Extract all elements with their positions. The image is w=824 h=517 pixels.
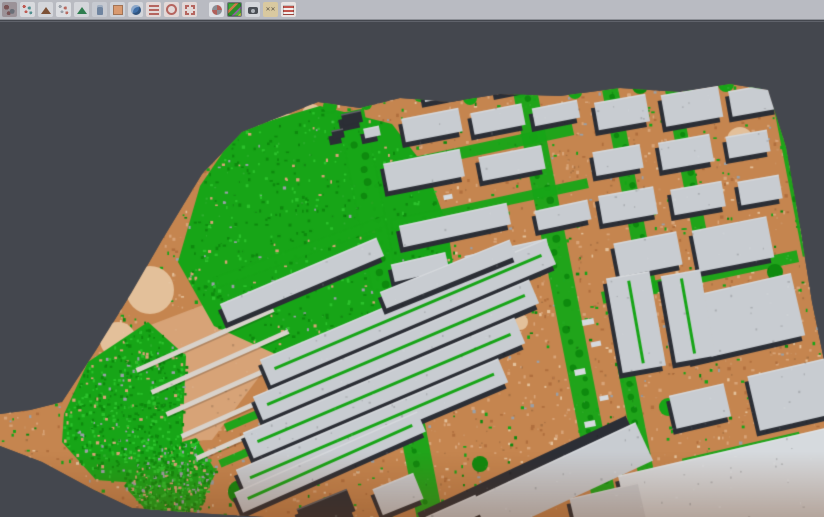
colored-points-icon[interactable] [20,2,35,17]
profile-lines-icon[interactable] [146,2,161,17]
map-marks-icon[interactable] [263,2,278,17]
column-view-icon[interactable] [92,2,107,17]
application-window: { "window": { "background": "#44474e" },… [0,0,824,517]
toolbar-separator [200,2,206,17]
ortho-image-icon[interactable] [110,2,125,17]
terrain-green-icon[interactable] [74,2,89,17]
camera-icon[interactable] [245,2,260,17]
extent-corners-icon[interactable] [182,2,197,17]
terrain-brown-icon[interactable] [38,2,53,17]
point-cloud-scene[interactable] [0,22,824,517]
classification-colors-icon[interactable] [227,2,242,17]
rock-texture-icon[interactable] [2,2,17,17]
striped-measure-icon[interactable] [281,2,296,17]
clip-pie-icon[interactable] [209,2,224,17]
target-ring-icon[interactable] [164,2,179,17]
toolbar [0,0,824,20]
viewport-3d[interactable] [0,22,824,517]
globe-3d-icon[interactable] [128,2,143,17]
sparse-points-icon[interactable] [56,2,71,17]
